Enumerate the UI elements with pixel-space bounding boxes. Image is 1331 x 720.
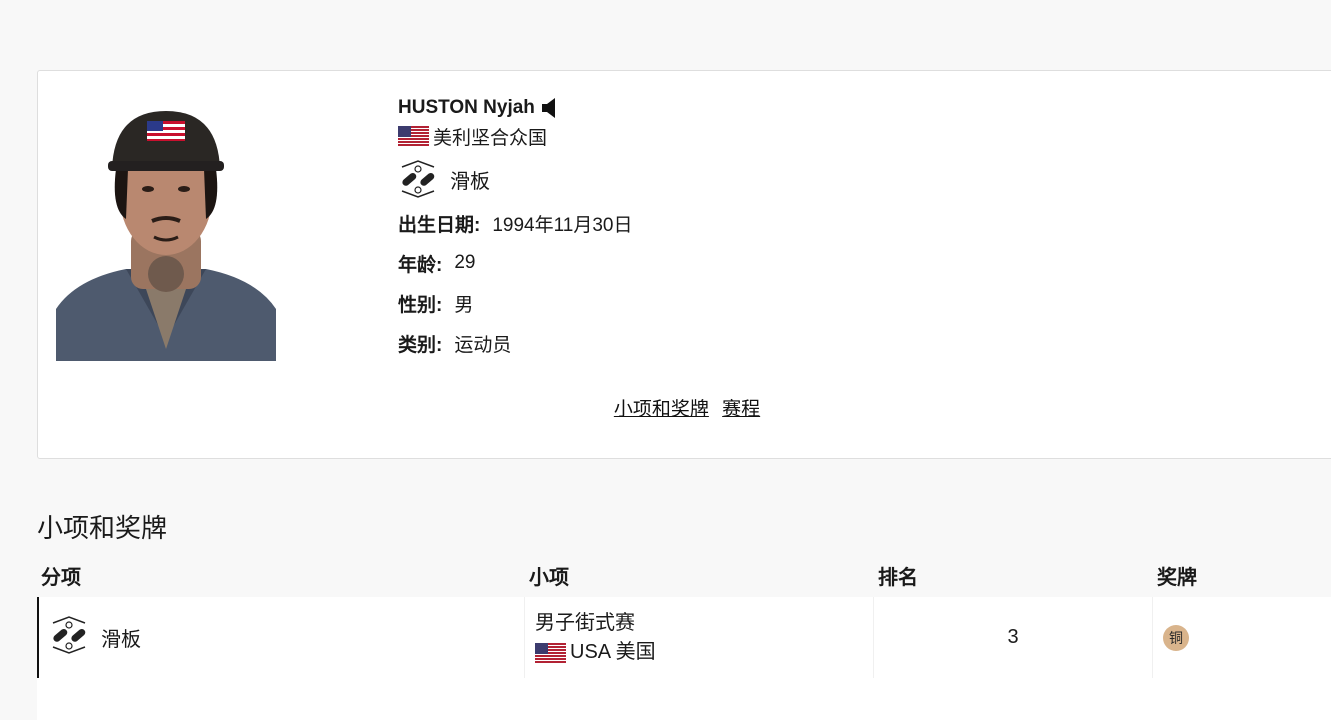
athlete-sport: 滑板 [450, 170, 490, 193]
discipline-name: 滑板 [101, 629, 141, 651]
rank-cell: 3 [874, 597, 1153, 678]
gender-field: 性别: 男 [398, 294, 474, 316]
event-cell: 男子街式赛 USA 美国 [525, 597, 874, 678]
column-header-event: 小项 [529, 566, 569, 589]
table-header: 分项 小项 排名 奖牌 [37, 553, 1331, 597]
usa-flag-icon [535, 642, 566, 663]
column-header-rank: 排名 [878, 566, 918, 589]
medals-table: 分项 小项 排名 奖牌 滑板 男子街式赛 USA 美国 3 铜 [37, 553, 1331, 720]
section-title: 小项和奖牌 [37, 513, 168, 543]
event-team-name: USA 美国 [570, 640, 656, 663]
athlete-country: 美利坚合众国 [433, 127, 548, 149]
events-medals-link[interactable]: 小项和奖牌 [614, 399, 709, 420]
usa-flag-icon [398, 126, 429, 146]
skateboarding-pictogram-icon [49, 615, 89, 660]
athlete-photo [56, 109, 276, 361]
speaker-icon[interactable] [541, 98, 559, 118]
skateboarding-pictogram-icon [398, 159, 438, 199]
schedule-link[interactable]: 赛程 [722, 399, 760, 420]
athlete-card: HUSTON Nyjah 美利坚合众国 滑板 出生日期: 1994年11月30日… [37, 70, 1331, 459]
athlete-links: 小项和奖牌 赛程 [38, 394, 1331, 421]
category-field: 类别: 运动员 [398, 334, 512, 356]
birthdate-field: 出生日期: 1994年11月30日 [398, 214, 633, 236]
bronze-medal-badge: 铜 [1163, 624, 1189, 651]
medal-cell: 铜 [1153, 597, 1331, 678]
table-spacer [37, 678, 1331, 720]
athlete-info: HUSTON Nyjah 美利坚合众国 滑板 出生日期: 1994年11月30日… [398, 95, 1098, 363]
column-header-discipline: 分项 [41, 566, 81, 589]
age-field: 年龄: 29 [398, 252, 476, 276]
table-row[interactable]: 滑板 男子街式赛 USA 美国 3 铜 [37, 597, 1331, 678]
discipline-cell: 滑板 [39, 597, 525, 678]
athlete-name: HUSTON Nyjah [398, 97, 535, 118]
event-name: 男子街式赛 [535, 611, 635, 634]
column-header-medal: 奖牌 [1157, 566, 1197, 589]
